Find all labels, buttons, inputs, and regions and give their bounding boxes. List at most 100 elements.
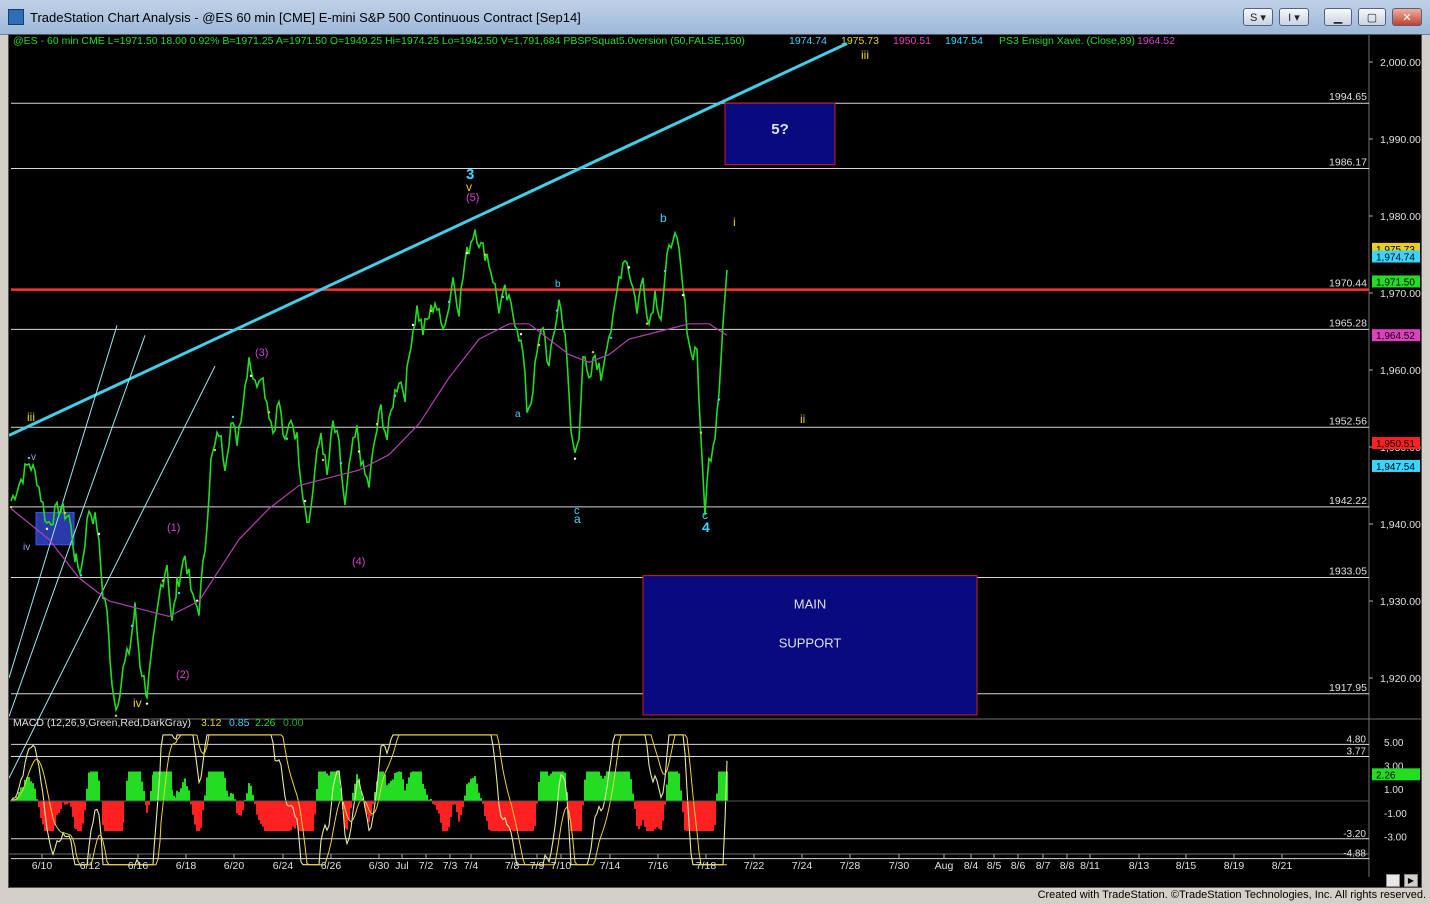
date-label-14: 7/10 — [551, 860, 572, 872]
macd-histogram-bar — [646, 801, 648, 831]
price-chart[interactable]: @ES - 60 min CME L=1971.50 18.00 0.92% B… — [9, 35, 1421, 887]
bar-marker-dot — [161, 579, 165, 582]
macd-histogram-bar — [126, 780, 128, 802]
macd-histogram-bar — [644, 801, 646, 827]
macd-histogram-bar — [470, 778, 472, 802]
price-tick-label-1920: 1,920.00 — [1380, 673, 1421, 685]
indicator-link-button[interactable]: I ▾ — [1279, 8, 1309, 26]
macd-histogram-bar — [414, 771, 416, 802]
date-label-10: 7/3 — [443, 860, 458, 872]
macd-histogram-bar — [316, 789, 318, 802]
maximize-button[interactable]: ▢ — [1358, 8, 1386, 26]
macd-histogram-bar — [392, 779, 394, 802]
macd-histogram-bar — [626, 771, 628, 802]
macd-histogram-bar — [66, 801, 68, 805]
macd-value-3: 0.00 — [283, 717, 304, 729]
macd-histogram-bar — [284, 801, 286, 831]
macd-histogram-bar — [178, 792, 180, 802]
macd-histogram-bar — [350, 801, 352, 808]
wave-label-3: b — [660, 211, 667, 225]
macd-histogram-bar — [216, 771, 218, 802]
macd-histogram-bar — [96, 771, 98, 802]
macd-histogram-bar — [194, 801, 196, 825]
macd-histogram-bar — [314, 801, 316, 815]
macd-histogram-bar — [320, 771, 322, 802]
macd-histogram-bar — [544, 771, 546, 802]
macd-histogram-bar — [680, 790, 682, 802]
date-label-31: 8/19 — [1224, 860, 1245, 872]
horizontal-scroll-thumb[interactable] — [1386, 874, 1400, 887]
macd-histogram-bar — [306, 801, 308, 831]
macd-histogram-bar — [280, 801, 282, 831]
macd-histogram-bar — [444, 801, 446, 831]
macd-histogram-bar — [652, 801, 654, 831]
macd-histogram-bar — [58, 801, 60, 814]
study-value-2: 1950.51 — [893, 35, 931, 47]
macd-histogram-bar — [186, 786, 188, 802]
macd-histogram-bar — [106, 801, 108, 831]
macd-histogram-bar — [650, 801, 652, 831]
price-tick-label-1960: 1,960.00 — [1380, 365, 1421, 377]
macd-histogram-bar — [524, 801, 526, 831]
macd-histogram-bar — [258, 801, 260, 821]
bar-marker-dot — [79, 574, 83, 577]
bar-marker-dot — [591, 350, 595, 354]
macd-level-label-1: 3.77 — [1347, 747, 1367, 758]
macd-histogram-bar — [32, 783, 34, 802]
bar-marker-dot — [501, 295, 505, 299]
macd-histogram-bar — [148, 801, 150, 806]
macd-histogram-bar — [424, 788, 426, 802]
close-button[interactable]: ✕ — [1392, 8, 1422, 26]
bar-marker-dot — [609, 336, 613, 339]
macd-histogram-bar — [590, 771, 592, 802]
macd-histogram-bar — [77, 801, 79, 831]
macd-histogram-bar — [552, 771, 554, 802]
macd-histogram-bar — [634, 801, 636, 809]
macd-histogram-bar — [264, 801, 266, 831]
macd-histogram-bar — [408, 777, 410, 802]
price-marker-label-5: 1,947.54 — [1376, 462, 1415, 473]
wave-label-4: i — [733, 215, 736, 229]
main-support-box-text-1: SUPPORT — [779, 636, 842, 651]
macd-histogram-bar — [324, 771, 326, 802]
macd-histogram-bar — [208, 771, 210, 802]
macd-histogram-bar — [72, 801, 74, 817]
macd-histogram-bar — [136, 771, 138, 802]
scroll-right-arrow[interactable]: ▶ — [1404, 874, 1418, 887]
level-label-4: 1952.56 — [1329, 415, 1367, 427]
macd-histogram-bar — [468, 782, 470, 802]
date-label-18: 7/22 — [744, 860, 765, 872]
bar-marker-dot — [27, 456, 31, 460]
price-marker-label-1: 1,974.74 — [1376, 253, 1415, 264]
macd-histogram-bar — [704, 801, 706, 831]
macd-histogram-bar — [168, 771, 170, 802]
macd-level-label-3: -4.88 — [1343, 849, 1366, 860]
macd-histogram-bar — [676, 771, 678, 802]
macd-histogram-bar — [642, 801, 644, 821]
macd-histogram-bar — [202, 801, 204, 811]
study-value-0: 1974.74 — [789, 35, 827, 47]
macd-histogram-bar — [708, 801, 710, 831]
macd-histogram-bar — [546, 771, 548, 802]
macd-histogram-bar — [28, 777, 30, 802]
wave-label-2: (5) — [466, 192, 479, 204]
minimize-button[interactable]: ▁ — [1324, 8, 1352, 26]
price-series-line — [10, 229, 728, 713]
macd-histogram-bar — [129, 771, 131, 802]
channel-line-0 — [9, 325, 118, 679]
macd-histogram-bar — [630, 779, 632, 802]
macd-histogram-bar — [192, 801, 194, 815]
macd-histogram-bar — [452, 801, 454, 805]
bar-markers — [9, 251, 721, 717]
macd-histogram-bar — [586, 771, 588, 802]
wave-label-17: (3) — [255, 347, 268, 359]
symbol-link-button[interactable]: S ▾ — [1243, 8, 1273, 26]
macd-histogram-bar — [214, 771, 216, 802]
macd-histogram-bar — [502, 801, 504, 831]
macd-histogram-bar — [109, 801, 111, 831]
macd-histogram-bar — [628, 771, 630, 802]
date-label-7: 6/30 — [369, 860, 390, 872]
macd-histogram-bar — [282, 801, 284, 831]
macd-histogram-bar — [240, 801, 242, 816]
chart-window[interactable]: @ES - 60 min CME L=1971.50 18.00 0.92% B… — [8, 34, 1422, 888]
